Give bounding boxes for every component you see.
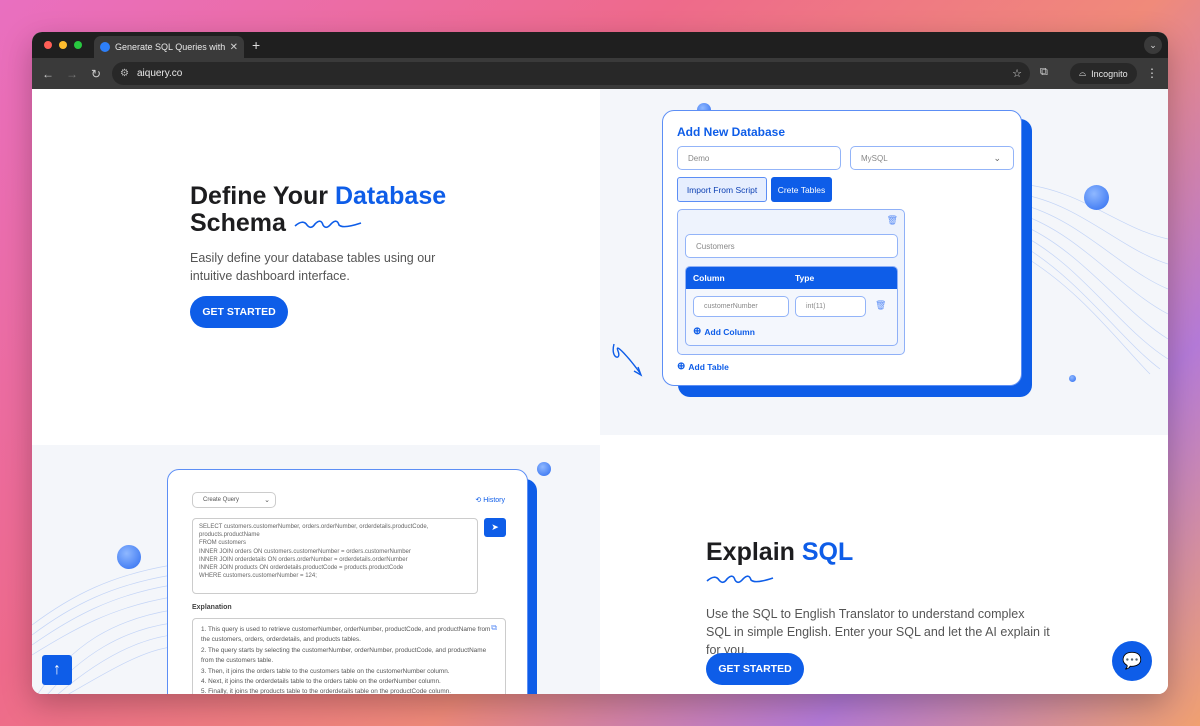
new-tab-button[interactable]: + xyxy=(252,37,260,53)
delete-table-trash-icon[interactable]: 🗑 xyxy=(887,215,898,226)
close-window-button[interactable] xyxy=(44,41,52,49)
schema-section-visual: Add New Database Demo MySQL ⌄ Import Fro… xyxy=(600,89,1168,435)
plus-circle-icon: ⊕ xyxy=(693,326,702,337)
scroll-to-top-button[interactable]: ↑ xyxy=(42,655,72,685)
web-page: Define Your Database Schema Easily defin… xyxy=(32,89,1168,694)
squiggle-decoration-icon xyxy=(294,220,362,229)
database-type-select[interactable]: MySQL ⌄ xyxy=(850,146,1014,170)
tab-close-icon[interactable]: ✕ xyxy=(230,42,238,53)
url-text: aiquery.co xyxy=(136,68,183,79)
history-clock-icon: ⟲ xyxy=(475,497,482,504)
reload-icon[interactable]: ↻ xyxy=(84,67,108,81)
forward-arrow-icon[interactable]: → xyxy=(60,67,84,81)
tab-bar: Generate SQL Queries with AI ✕ + ⌄ xyxy=(32,32,1168,58)
explanation-output: 1. This query is used to retrieve custom… xyxy=(192,618,506,694)
decorative-ball xyxy=(537,462,551,476)
schema-get-started-button[interactable]: GET STARTED xyxy=(190,296,288,328)
create-tables-button[interactable]: Crete Tables xyxy=(771,177,832,202)
incognito-icon: ⌓ xyxy=(1079,68,1087,78)
decorative-ball xyxy=(117,545,141,569)
columns-table-header: Column Type xyxy=(686,267,897,289)
add-column-button[interactable]: ⊕ Add Column xyxy=(693,326,755,337)
browser-menu-icon[interactable]: ⋮ xyxy=(1146,66,1158,80)
decorative-ball xyxy=(1084,185,1109,210)
incognito-label: Incognito xyxy=(1091,68,1128,79)
address-bar[interactable]: ⚙ aiquery.co ☆ xyxy=(112,62,1030,85)
column-name-input[interactable]: customerNumber xyxy=(693,296,789,317)
squiggle-decoration-icon xyxy=(706,575,774,584)
query-mode-select[interactable]: Create Query ⌄ xyxy=(192,492,276,508)
arrow-up-icon: ↑ xyxy=(53,661,61,678)
explain-section-description: Use the SQL to English Translator to und… xyxy=(706,607,1050,657)
maximize-window-button[interactable] xyxy=(74,41,82,49)
window-controls xyxy=(44,41,82,49)
minimize-window-button[interactable] xyxy=(59,41,67,49)
chat-widget-button[interactable]: 💬 xyxy=(1112,641,1152,681)
send-query-button[interactable]: ➤ xyxy=(484,518,506,537)
type-header: Type xyxy=(795,273,815,283)
back-arrow-icon[interactable]: ← xyxy=(36,67,60,81)
browser-toolbar: ← → ↻ ⚙ aiquery.co ☆ ⧉ ⌓ Incognito ⋮ xyxy=(32,58,1168,89)
columns-table: Column Type customerNumber int(11) 🗑 ⊕ A… xyxy=(685,266,898,346)
import-from-script-button[interactable]: Import From Script xyxy=(677,177,767,202)
column-header: Column xyxy=(693,273,725,283)
explain-section-title: Explain SQL xyxy=(706,538,854,566)
browser-window: Generate SQL Queries with AI ✕ + ⌄ ← → ↻… xyxy=(32,32,1168,694)
plus-circle-icon: ⊕ xyxy=(677,361,686,372)
tab-search-chevron-icon[interactable]: ⌄ xyxy=(1144,36,1162,54)
table-name-input[interactable]: Customers xyxy=(685,234,898,258)
chevron-down-icon: ⌄ xyxy=(264,497,270,504)
decorative-ball xyxy=(1069,375,1076,382)
explain-section-text: Explain SQL Use the SQL to English Trans… xyxy=(600,435,1168,694)
schema-section-title: Define Your Database Schema xyxy=(190,182,447,237)
extensions-puzzle-icon[interactable]: ⧉ xyxy=(1040,66,1048,79)
table-editor-panel: 🗑 Customers Column Type customerNumber i… xyxy=(677,209,905,355)
history-link[interactable]: ⟲ History xyxy=(475,496,505,505)
schema-section-text: Define Your Database Schema Easily defin… xyxy=(32,89,600,435)
add-table-button[interactable]: ⊕ Add Table xyxy=(677,361,729,372)
bookmark-star-icon[interactable]: ☆ xyxy=(1012,67,1022,80)
add-database-heading: Add New Database xyxy=(677,125,786,139)
chat-bubble-icon: 💬 xyxy=(1122,653,1142,670)
send-arrow-icon: ➤ xyxy=(491,522,499,532)
chevron-down-icon: ⌄ xyxy=(993,152,1001,163)
column-type-input[interactable]: int(11) xyxy=(795,296,866,317)
explain-section-visual: Create Query ⌄ ⟲ History SELECT customer… xyxy=(32,445,600,694)
delete-column-trash-icon[interactable]: 🗑 xyxy=(875,300,886,311)
schema-section-description: Easily define your database tables using… xyxy=(190,251,436,283)
site-settings-icon[interactable]: ⚙ xyxy=(120,68,129,79)
sql-input-textarea[interactable]: SELECT customers.customerNumber, orders.… xyxy=(192,518,478,594)
add-database-card: Add New Database Demo MySQL ⌄ Import Fro… xyxy=(662,110,1022,386)
query-card: Create Query ⌄ ⟲ History SELECT customer… xyxy=(167,469,528,694)
copy-icon[interactable]: ⧉ xyxy=(491,623,497,633)
explain-get-started-button[interactable]: GET STARTED xyxy=(706,653,804,685)
browser-tab[interactable]: Generate SQL Queries with AI ✕ xyxy=(94,36,244,58)
site-favicon-icon xyxy=(100,42,110,52)
database-name-input[interactable]: Demo xyxy=(677,146,841,170)
incognito-badge[interactable]: ⌓ Incognito xyxy=(1070,63,1137,84)
tab-title: Generate SQL Queries with AI xyxy=(115,42,225,52)
explanation-label: Explanation xyxy=(192,604,232,611)
